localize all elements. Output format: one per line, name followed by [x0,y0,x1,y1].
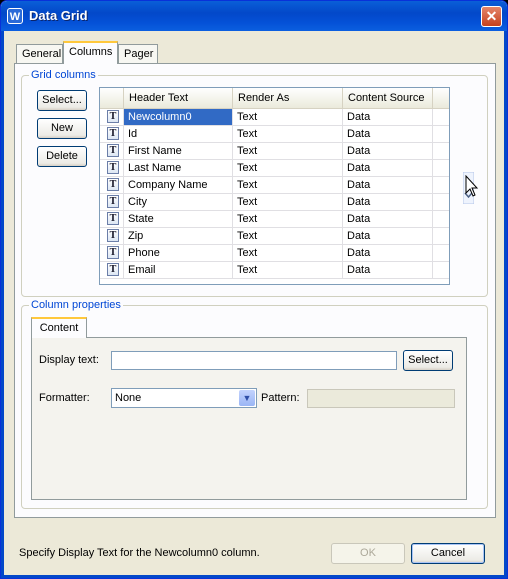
window-frame-left [1,31,4,576]
window-frame-right [504,31,507,576]
table-row[interactable]: T Email Text Data [100,262,449,279]
grid-header: Header Text Render As Content Source [100,88,449,109]
header-text-cell[interactable]: Phone [124,245,233,261]
header-text-cell[interactable]: City [124,194,233,210]
display-text-input[interactable] [111,351,397,370]
table-row[interactable]: T City Text Data [100,194,449,211]
text-column-icon: T [107,246,119,259]
content-source-column-header[interactable]: Content Source [343,88,433,108]
table-row[interactable]: T State Text Data [100,211,449,228]
text-column-icon: T [107,229,119,242]
header-text-cell[interactable]: Newcolumn0 [124,109,233,125]
display-text-label: Display text: [39,354,99,366]
header-text-cell[interactable]: First Name [124,143,233,159]
render-as-cell[interactable]: Text [233,211,343,227]
tab-pager[interactable]: Pager [118,44,158,63]
select-columns-button[interactable]: Select... [37,90,87,111]
text-column-icon: T [107,178,119,191]
render-as-cell[interactable]: Text [233,160,343,176]
row-type-cell: T [100,177,124,193]
text-column-icon: T [107,161,119,174]
cancel-button[interactable]: Cancel [411,543,485,564]
header-text-cell[interactable]: Zip [124,228,233,244]
pattern-input [307,389,455,408]
row-type-cell: T [100,262,124,278]
text-column-icon: T [107,127,119,140]
content-source-cell[interactable]: Data [343,143,433,159]
table-row[interactable]: T Id Text Data [100,126,449,143]
ok-button: OK [331,543,405,564]
table-row[interactable]: T First Name Text Data [100,143,449,160]
content-source-cell[interactable]: Data [343,194,433,210]
text-column-icon: T [107,195,119,208]
table-row[interactable]: T Zip Text Data [100,228,449,245]
row-type-cell: T [100,109,124,125]
app-icon: W [7,8,23,24]
tab-columns[interactable]: Columns [63,41,118,64]
row-type-cell: T [100,228,124,244]
chevron-down-icon[interactable]: ▼ [239,390,255,406]
content-source-cell[interactable]: Data [343,126,433,142]
render-as-cell[interactable]: Text [233,194,343,210]
header-text-cell[interactable]: Id [124,126,233,142]
table-row[interactable]: T Phone Text Data [100,245,449,262]
row-type-cell: T [100,194,124,210]
render-as-cell[interactable]: Text [233,262,343,278]
pattern-label: Pattern: [261,392,300,404]
new-column-button[interactable]: New [37,118,87,139]
header-text-cell[interactable]: Company Name [124,177,233,193]
table-row[interactable]: T Company Name Text Data [100,177,449,194]
render-as-cell[interactable]: Text [233,228,343,244]
header-text-cell[interactable]: Email [124,262,233,278]
table-row[interactable]: T Last Name Text Data [100,160,449,177]
render-as-cell[interactable]: Text [233,126,343,142]
text-column-icon: T [107,144,119,157]
formatter-label: Formatter: [39,392,90,404]
window-title: Data Grid [29,8,88,23]
content-source-cell[interactable]: Data [343,211,433,227]
display-text-select-button[interactable]: Select... [403,350,453,371]
row-type-cell: T [100,143,124,159]
grid-columns-group-label: Grid columns [29,69,98,81]
header-text-column-header[interactable]: Header Text [124,88,233,108]
content-source-cell[interactable]: Data [343,228,433,244]
render-as-cell[interactable]: Text [233,177,343,193]
content-source-cell[interactable]: Data [343,109,433,125]
table-row[interactable]: T Newcolumn0 Text Data [100,109,449,126]
text-column-icon: T [107,263,119,276]
content-source-cell[interactable]: Data [343,177,433,193]
formatter-selected-value: None [115,392,142,404]
title-bar[interactable]: W Data Grid ✕ [1,1,507,31]
window-frame-bottom [1,575,507,578]
data-grid-dialog: W Data Grid ✕ General Columns Pager Grid… [0,0,508,579]
columns-grid[interactable]: Header Text Render As Content Source T Ne… [99,87,450,285]
content-source-cell[interactable]: Data [343,245,433,261]
content-source-cell[interactable]: Data [343,262,433,278]
grid-header-icon-column [100,88,124,108]
column-properties-group-label: Column properties [29,299,123,311]
content-source-cell[interactable]: Data [343,160,433,176]
text-column-icon: T [107,212,119,225]
text-column-icon: T [107,110,119,123]
formatter-dropdown[interactable]: None ▼ [111,388,257,408]
row-type-cell: T [100,126,124,142]
tab-content[interactable]: Content [31,317,87,338]
delete-column-button[interactable]: Delete [37,146,87,167]
close-icon: ✕ [485,8,498,24]
row-type-cell: T [100,160,124,176]
tab-general[interactable]: General [16,44,63,63]
render-as-cell[interactable]: Text [233,143,343,159]
render-as-column-header[interactable]: Render As [233,88,343,108]
mouse-pointer-icon [465,175,479,197]
status-message: Specify Display Text for the Newcolumn0 … [19,547,260,559]
close-button[interactable]: ✕ [481,6,502,27]
header-text-cell[interactable]: Last Name [124,160,233,176]
row-type-cell: T [100,245,124,261]
render-as-cell[interactable]: Text [233,245,343,261]
header-text-cell[interactable]: State [124,211,233,227]
render-as-cell[interactable]: Text [233,109,343,125]
row-type-cell: T [100,211,124,227]
